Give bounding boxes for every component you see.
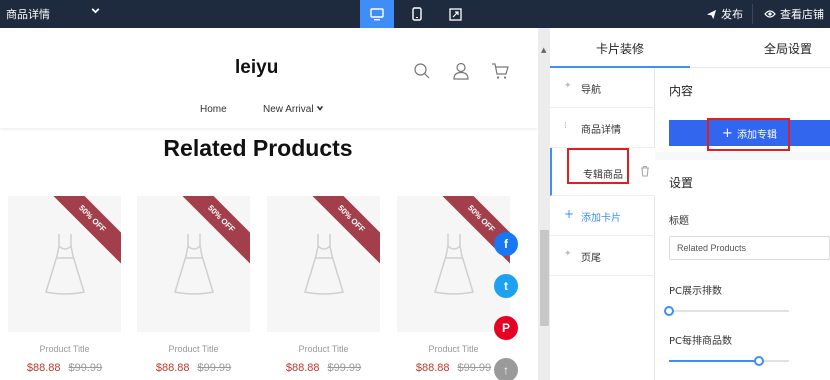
trash-icon[interactable] [640,165,650,177]
facebook-icon[interactable]: f [494,232,518,256]
dress-placeholder-icon [304,234,344,295]
tab-global-settings[interactable]: 全局设置 [764,40,812,57]
store-header: leiyu Home New Arrival [0,28,538,128]
product-old-price: $99.99 [457,362,492,374]
send-icon [706,9,717,19]
dress-placeholder-icon [434,234,474,295]
pc-rows-slider[interactable] [664,306,789,316]
product-price: $88.88 [155,362,190,374]
add-card-button[interactable]: + 添加卡片 [550,196,655,236]
twitter-icon[interactable]: t [494,274,518,298]
publish-button[interactable]: 发布 [706,6,743,22]
top-toolbar: 商品详情 发布 查看店铺 [0,0,830,28]
store-preview: leiyu Home New Arrival Related Products … [0,28,538,380]
pin-icon: ✦ [564,81,572,91]
content-title: 内容 [669,84,694,98]
product-card[interactable]: 50% OFF Product Title $88.88 $99.99 [8,196,121,374]
product-title[interactable]: Product Title [267,344,380,354]
panel-tabs: 卡片装修 全局设置 [550,28,830,68]
card-item-label: 导航 [581,85,601,96]
cart-icon[interactable] [491,62,509,84]
product-image[interactable]: 50% OFF [8,196,121,332]
eye-icon [764,10,776,18]
drag-icon: ⁞ [564,121,567,131]
related-products-title: Related Products [163,135,353,161]
product-old-price: $99.99 [68,362,103,374]
nav-new-arrival-label: New Arrival [263,104,314,115]
card-item-product-detail[interactable]: ⁞ 商品详情 [550,108,655,148]
product-price: $88.88 [415,362,450,374]
card-settings: 内容 + 添加专辑 设置 标题 Related Products PC展示排数 … [655,68,830,380]
card-item-label: 页尾 [581,253,601,264]
tab-card-decoration[interactable]: 卡片装修 [596,40,644,57]
scroll-up-icon[interactable]: ▲ [541,46,546,54]
product-title[interactable]: Product Title [137,344,250,354]
nav-new-arrival-link[interactable]: New Arrival [263,104,324,115]
store-logo[interactable]: leiyu [235,57,278,79]
product-image[interactable]: 50% OFF [397,196,510,332]
card-item-footer[interactable]: ✦ 页尾 [550,236,655,276]
product-old-price: $99.99 [197,362,232,374]
mobile-icon[interactable] [400,0,434,28]
user-icon[interactable] [452,62,470,84]
pc-rows-slider-thumb[interactable] [664,306,674,316]
scroll-top-icon[interactable]: ↑ [494,358,518,380]
card-item-nav[interactable]: ✦ 导航 [550,68,655,108]
product-price: $88.88 [285,362,320,374]
preview-scrollbar[interactable] [538,28,550,380]
product-title[interactable]: Product Title [397,344,510,354]
highlight-box [707,118,790,151]
product-old-price: $99.99 [327,362,362,374]
toolbar-divider [752,4,753,24]
scrollbar-thumb[interactable] [540,230,549,326]
pin-icon: ✦ [564,249,572,259]
settings-panel: 卡片装修 全局设置 ✦ 导航 ⁞ 商品详情 专辑商品 + 添加卡片 ✦ 页尾 内… [550,28,830,380]
dress-placeholder-icon [174,234,214,295]
publish-label: 发布 [721,8,743,21]
product-title[interactable]: Product Title [8,344,121,354]
pc-per-row-slider-thumb[interactable] [754,356,764,366]
product-prices: $88.88 $99.99 [8,362,121,374]
pc-rows-label: PC展示排数 [669,286,723,297]
product-card[interactable]: 50% OFF Product Title $88.88 $99.99 [267,196,380,374]
product-image[interactable]: 50% OFF [267,196,380,332]
view-store-label: 查看店铺 [780,8,824,21]
nav-home-link[interactable]: Home [200,104,227,115]
product-prices: $88.88 $99.99 [267,362,380,374]
product-price: $88.88 [26,362,61,374]
card-list: ✦ 导航 ⁞ 商品详情 专辑商品 + 添加卡片 ✦ 页尾 [550,68,655,380]
card-item-label: 商品详情 [581,125,621,136]
product-prices: $88.88 $99.99 [137,362,250,374]
highlight-box [567,148,629,184]
desktop-icon[interactable] [360,0,394,28]
slider-fill [669,360,759,362]
fullscreen-icon[interactable] [438,0,472,28]
pc-per-row-slider[interactable] [669,356,789,366]
chevron-down-icon [317,105,324,111]
add-card-label: 添加卡片 [581,213,621,224]
pinterest-icon[interactable]: P [494,316,518,340]
view-store-button[interactable]: 查看店铺 [764,6,824,22]
title-input[interactable]: Related Products [669,236,830,260]
pc-per-row-label: PC每排商品数 [669,336,733,347]
page-select[interactable]: 商品详情 [6,6,50,22]
product-card[interactable]: 50% OFF Product Title $88.88 $99.99 [137,196,250,374]
dress-placeholder-icon [45,234,85,295]
title-field-label: 标题 [669,216,689,227]
settings-section: 设置 标题 Related Products PC展示排数 PC每排商品数 [655,160,830,380]
chevron-down-icon[interactable] [90,5,101,19]
settings-title: 设置 [669,176,694,190]
search-icon[interactable] [413,62,431,84]
plus-icon: + [564,207,575,221]
product-image[interactable]: 50% OFF [137,196,250,332]
